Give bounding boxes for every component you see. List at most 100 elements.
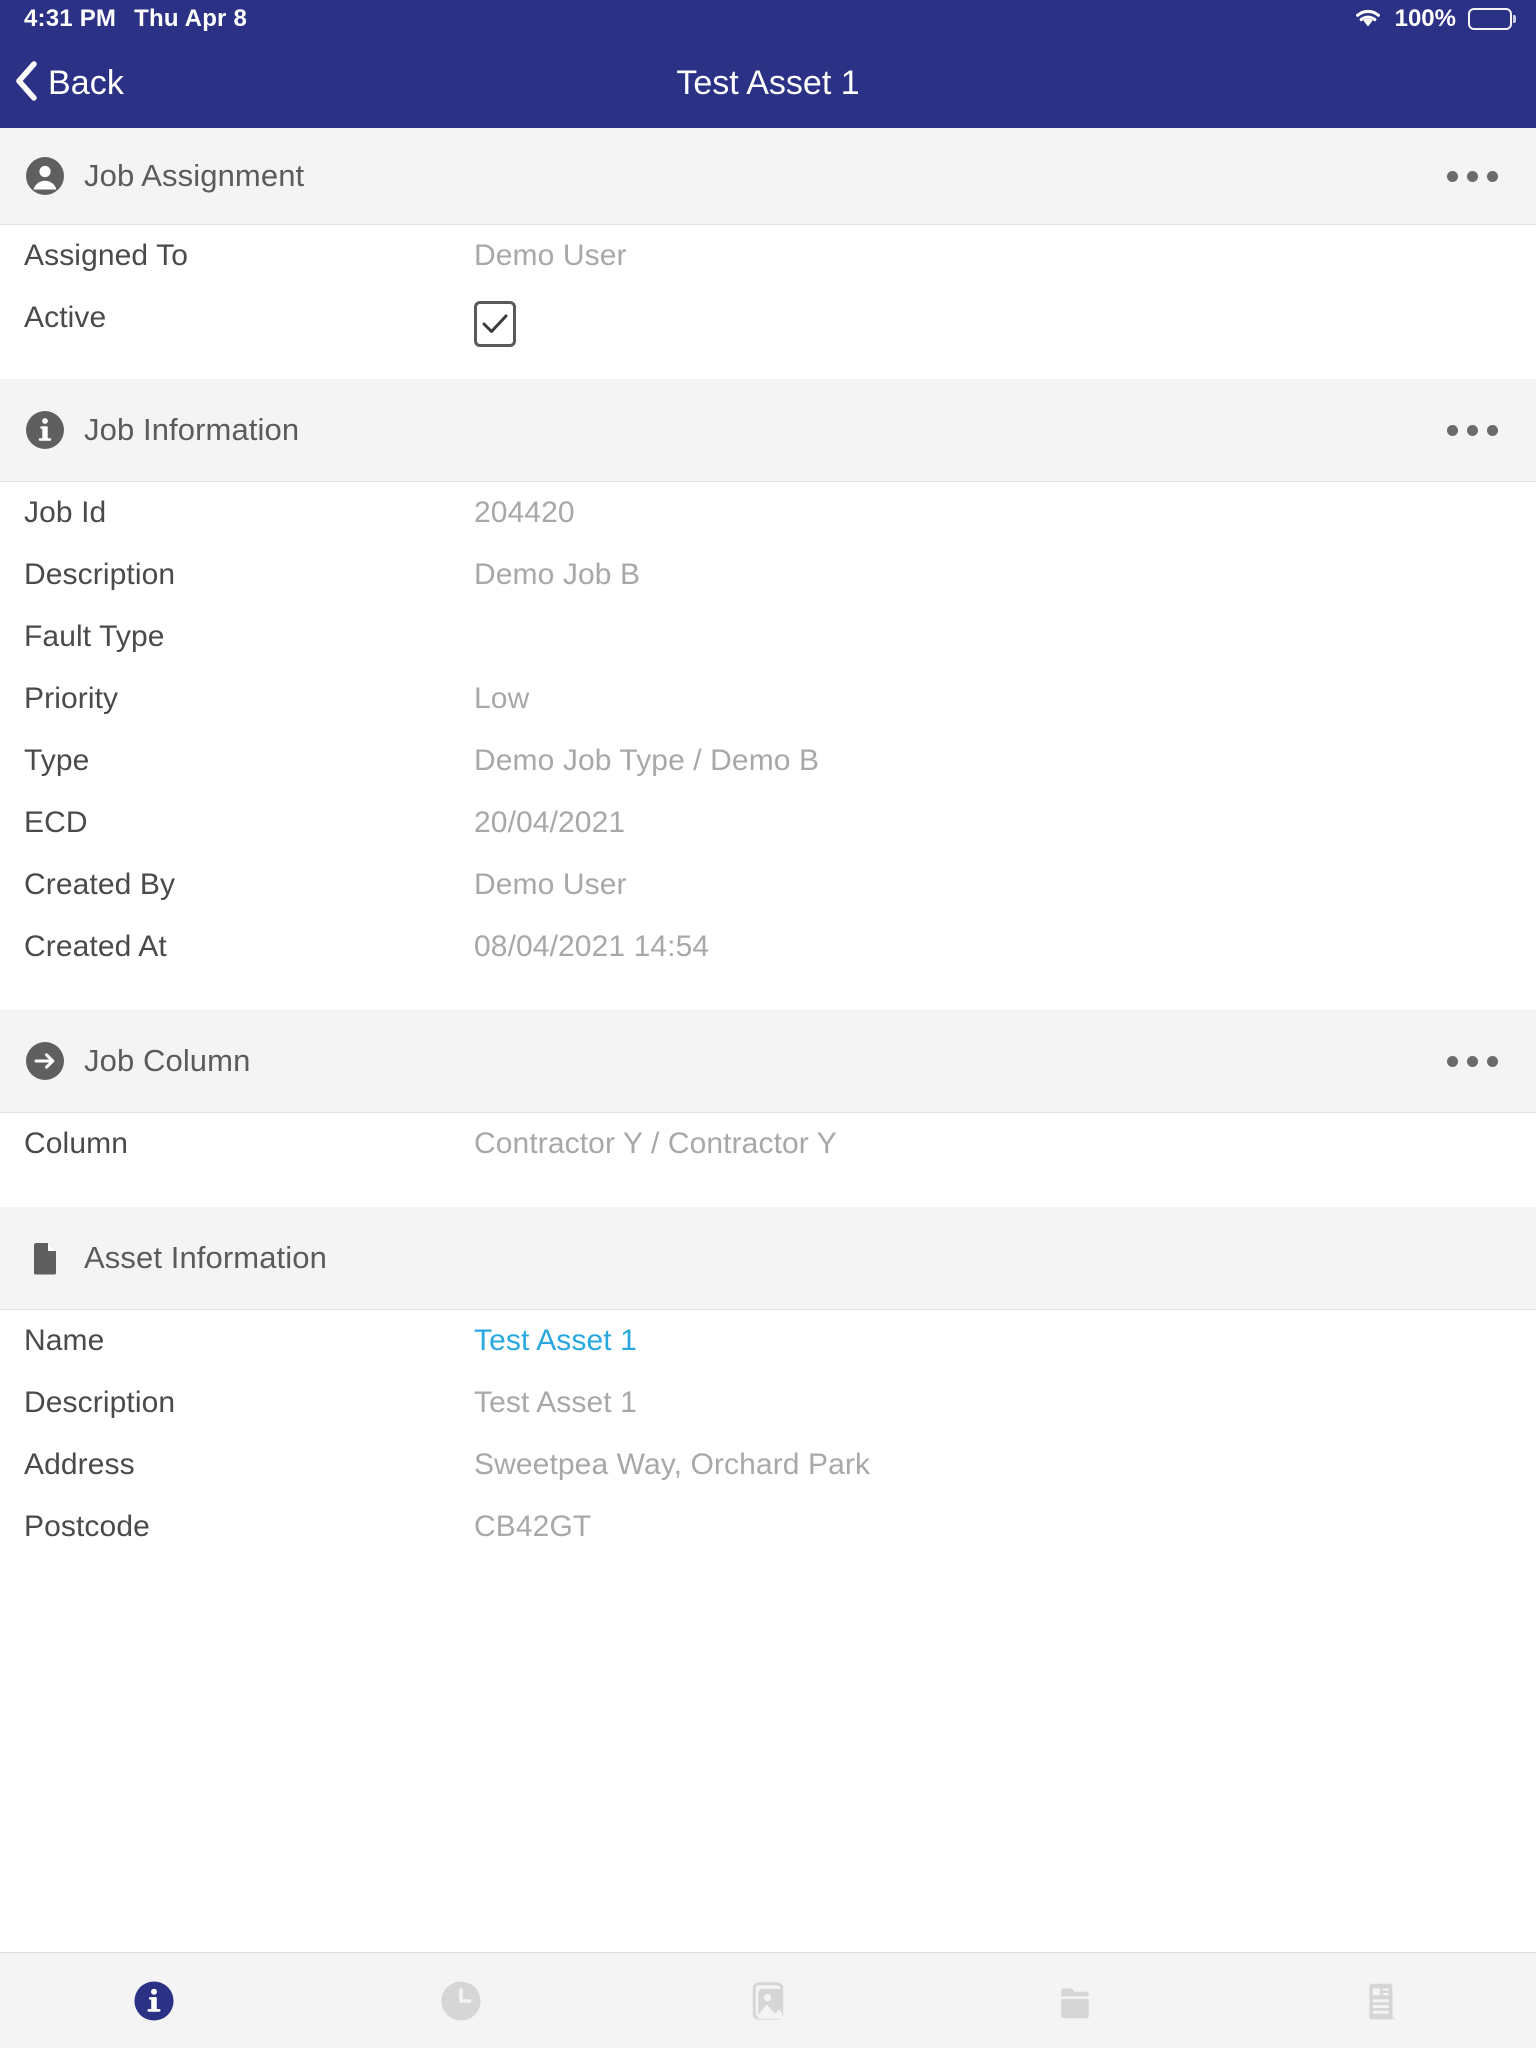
back-button-label: Back bbox=[48, 63, 124, 102]
section-menu-button-job-information[interactable] bbox=[1441, 407, 1504, 454]
tab-bar bbox=[0, 1952, 1536, 2048]
ellipsis-icon bbox=[1487, 424, 1498, 436]
battery-full-icon bbox=[1468, 8, 1512, 30]
section-menu-button-job-column[interactable] bbox=[1441, 1038, 1504, 1085]
chevron-left-icon bbox=[14, 60, 38, 107]
section-title: Job Assignment bbox=[84, 158, 305, 193]
detail-row[interactable]: Fault Type bbox=[0, 620, 1536, 682]
ellipsis-icon bbox=[1487, 170, 1498, 182]
detail-row[interactable]: Description Test Asset 1 bbox=[0, 1386, 1536, 1448]
section-spacer bbox=[0, 992, 1536, 1010]
section-spacer bbox=[0, 1189, 1536, 1207]
info-circle-icon bbox=[131, 1978, 177, 2024]
row-label: Assigned To bbox=[24, 239, 188, 272]
section-rows-asset-information: Name Test Asset 1 Description Test Asset… bbox=[0, 1310, 1536, 1572]
section-rows-job-assignment: Assigned To Demo User Active bbox=[0, 225, 1536, 379]
tab-photos[interactable] bbox=[614, 1953, 921, 2048]
status-time: 4:31 PM bbox=[24, 5, 117, 32]
info-circle-icon bbox=[24, 409, 66, 451]
detail-row[interactable]: Assigned To Demo User bbox=[0, 239, 1536, 301]
row-value: Demo User bbox=[474, 239, 627, 272]
tab-files[interactable] bbox=[922, 1953, 1229, 2048]
section-header-job-assignment[interactable]: Job Assignment bbox=[0, 128, 1536, 225]
row-value: 08/04/2021 14:54 bbox=[474, 930, 710, 963]
status-bar: 4:31 PM Thu Apr 8 100% bbox=[0, 0, 1536, 38]
row-label: Description bbox=[24, 1386, 176, 1419]
detail-row[interactable]: Priority Low bbox=[0, 682, 1536, 744]
section-rows-job-information: Job Id 204420 Description Demo Job B Fau… bbox=[0, 482, 1536, 992]
section-rows-job-column: Column Contractor Y / Contractor Y bbox=[0, 1113, 1536, 1189]
asset-name-link[interactable]: Test Asset 1 bbox=[474, 1324, 637, 1358]
ellipsis-icon bbox=[1467, 424, 1478, 436]
section-header-job-information[interactable]: Job Information bbox=[0, 379, 1536, 482]
back-button[interactable]: Back bbox=[0, 60, 124, 107]
person-icon bbox=[24, 155, 66, 197]
row-value: 20/04/2021 bbox=[474, 806, 626, 839]
row-label: Fault Type bbox=[24, 620, 165, 653]
row-label: Job Id bbox=[24, 496, 107, 529]
row-label: Created At bbox=[24, 930, 167, 963]
wifi-icon bbox=[1353, 6, 1383, 33]
row-label: Name bbox=[24, 1324, 105, 1357]
row-label: Created By bbox=[24, 868, 176, 901]
detail-row[interactable]: ECD 20/04/2021 bbox=[0, 806, 1536, 868]
row-value: Demo Job Type / Demo B bbox=[474, 744, 820, 777]
tab-history[interactable] bbox=[307, 1953, 614, 2048]
row-value: Demo User bbox=[474, 868, 627, 901]
row-value: 204420 bbox=[474, 496, 575, 529]
folder-icon bbox=[1052, 1978, 1098, 2024]
document-icon bbox=[24, 1237, 66, 1279]
section-title: Job Information bbox=[84, 412, 300, 447]
battery-percent-label: 100% bbox=[1394, 5, 1456, 32]
status-bar-left: 4:31 PM Thu Apr 8 bbox=[24, 5, 247, 33]
section-title: Job Column bbox=[84, 1043, 251, 1078]
detail-row[interactable]: Postcode CB42GT bbox=[0, 1510, 1536, 1572]
detail-row[interactable]: Description Demo Job B bbox=[0, 558, 1536, 620]
detail-row[interactable]: Column Contractor Y / Contractor Y bbox=[0, 1127, 1536, 1189]
detail-row[interactable]: Type Demo Job Type / Demo B bbox=[0, 744, 1536, 806]
row-value: Low bbox=[474, 682, 530, 715]
row-label: Description bbox=[24, 558, 176, 591]
ellipsis-icon bbox=[1447, 170, 1458, 182]
row-label: Address bbox=[24, 1448, 135, 1481]
row-label: Postcode bbox=[24, 1510, 150, 1543]
page-title: Test Asset 1 bbox=[676, 63, 860, 102]
app-root: 4:31 PM Thu Apr 8 100% Back Test Asset 1… bbox=[0, 0, 1536, 2048]
detail-row[interactable]: Name Test Asset 1 bbox=[0, 1324, 1536, 1386]
row-value: Test Asset 1 bbox=[474, 1386, 637, 1419]
detail-row[interactable]: Address Sweetpea Way, Orchard Park bbox=[0, 1448, 1536, 1510]
tab-info[interactable] bbox=[0, 1953, 307, 2048]
ellipsis-icon bbox=[1467, 170, 1478, 182]
row-value: Sweetpea Way, Orchard Park bbox=[474, 1448, 871, 1481]
detail-row[interactable]: Created By Demo User bbox=[0, 868, 1536, 930]
section-header-job-column[interactable]: Job Column bbox=[0, 1010, 1536, 1113]
section-menu-button-job-assignment[interactable] bbox=[1441, 153, 1504, 200]
active-checkbox[interactable] bbox=[474, 301, 516, 347]
row-value: CB42GT bbox=[474, 1510, 592, 1543]
row-value: Contractor Y / Contractor Y bbox=[474, 1127, 837, 1160]
detail-content: Job Assignment Assigned To Demo User Act… bbox=[0, 128, 1536, 1952]
ellipsis-icon bbox=[1447, 424, 1458, 436]
row-label: Priority bbox=[24, 682, 119, 715]
row-label: Type bbox=[24, 744, 90, 777]
row-label: Active bbox=[24, 301, 107, 334]
tab-notes[interactable] bbox=[1229, 1953, 1536, 2048]
detail-row[interactable]: Job Id 204420 bbox=[0, 496, 1536, 558]
detail-row[interactable]: Active bbox=[0, 301, 1536, 379]
navigation-bar: Back Test Asset 1 bbox=[0, 38, 1536, 128]
ellipsis-icon bbox=[1487, 1055, 1498, 1067]
row-label: Column bbox=[24, 1127, 128, 1160]
section-header-asset-information[interactable]: Asset Information bbox=[0, 1207, 1536, 1310]
section-title: Asset Information bbox=[84, 1240, 327, 1275]
status-date: Thu Apr 8 bbox=[134, 5, 248, 32]
ellipsis-icon bbox=[1467, 1055, 1478, 1067]
article-icon bbox=[1359, 1978, 1405, 2024]
status-bar-right: 100% bbox=[1353, 5, 1512, 33]
detail-row[interactable]: Created At 08/04/2021 14:54 bbox=[0, 930, 1536, 992]
clock-icon bbox=[438, 1978, 484, 2024]
row-label: ECD bbox=[24, 806, 88, 839]
image-icon bbox=[745, 1978, 791, 2024]
ellipsis-icon bbox=[1447, 1055, 1458, 1067]
arrow-right-circle-icon bbox=[24, 1040, 66, 1082]
row-value: Demo Job B bbox=[474, 558, 641, 591]
